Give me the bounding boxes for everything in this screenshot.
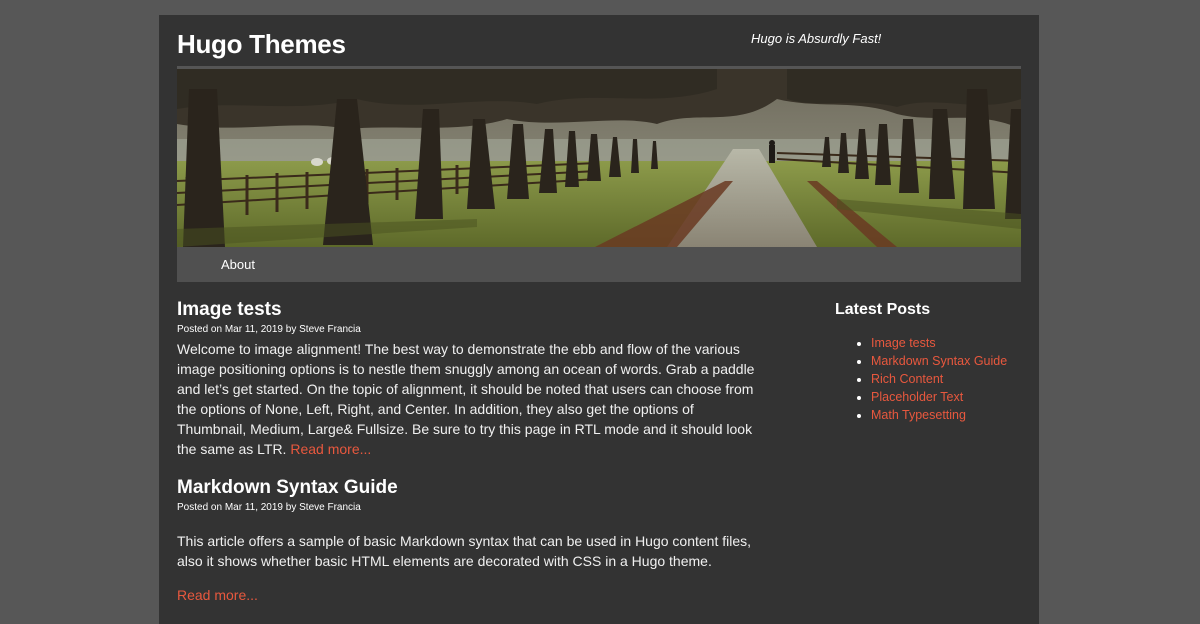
post-summary-text: This article offers a sample of basic Ma…: [177, 533, 752, 569]
post-list: Image tests Posted on Mar 11, 2019 by St…: [177, 299, 757, 623]
sidebar-heading: Latest Posts: [835, 301, 931, 318]
post-summary-body: Welcome to image alignment! The best way…: [177, 341, 755, 457]
page-container: Hugo Themes Hugo is Absurdly Fast! About…: [159, 15, 1039, 624]
post-summary-card: Markdown Syntax Guide Posted on Mar 11, …: [177, 477, 757, 605]
header-banner-image: [177, 69, 1021, 247]
post-title-link[interactable]: Markdown Syntax Guide: [177, 477, 757, 499]
list-item: Rich Content: [871, 370, 1025, 388]
list-item: Math Typesetting: [871, 406, 1025, 424]
site-tagline: Hugo is Absurdly Fast!: [751, 31, 882, 46]
latest-post-link[interactable]: Placeholder Text: [871, 390, 963, 404]
read-more-link[interactable]: Read more...: [290, 441, 371, 457]
read-more-link[interactable]: Read more...: [177, 585, 757, 605]
list-item: Markdown Syntax Guide: [871, 352, 1025, 370]
latest-post-link[interactable]: Math Typesetting: [871, 408, 966, 422]
post-meta: Posted on Mar 11, 2019 by Steve Francia: [177, 502, 361, 513]
main-nav: About: [177, 247, 1021, 282]
latest-post-link[interactable]: Rich Content: [871, 372, 943, 386]
latest-post-link[interactable]: Image tests: [871, 336, 936, 350]
tree-lined-path-photo: [177, 69, 1021, 247]
site-header: Hugo Themes Hugo is Absurdly Fast!: [159, 15, 1039, 66]
nav-item-about[interactable]: About: [221, 257, 255, 272]
site-title[interactable]: Hugo Themes: [177, 29, 346, 60]
list-item: Image tests: [871, 334, 1025, 352]
latest-post-link[interactable]: Markdown Syntax Guide: [871, 354, 1007, 368]
post-summary-card: Image tests Posted on Mar 11, 2019 by St…: [177, 299, 757, 459]
post-summary-text: Welcome to image alignment! The best way…: [177, 339, 755, 459]
list-item: Placeholder Text: [871, 388, 1025, 406]
sidebar: Latest Posts Image tests Markdown Syntax…: [835, 300, 1025, 424]
latest-posts-list: Image tests Markdown Syntax Guide Rich C…: [835, 334, 1025, 424]
post-meta: Posted on Mar 11, 2019 by Steve Francia: [177, 324, 361, 335]
post-title-link[interactable]: Image tests: [177, 299, 757, 321]
